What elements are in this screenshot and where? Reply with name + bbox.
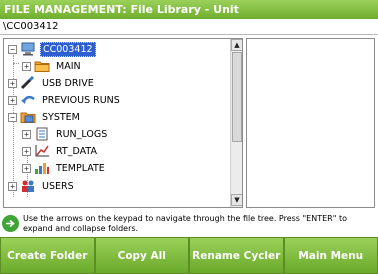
file-preview-pane <box>246 38 375 208</box>
hint-text: Use the arrows on the keypad to navigate… <box>23 213 347 233</box>
expand-toggle[interactable]: + <box>22 129 31 139</box>
navigate-arrows-icon <box>2 215 19 232</box>
scroll-thumb[interactable] <box>232 52 242 142</box>
hint-bar: Use the arrows on the keypad to navigate… <box>0 210 378 237</box>
tree-node-label: MAIN <box>56 60 81 72</box>
tree-node-main[interactable]: + MAIN <box>22 58 83 74</box>
tree-node-template[interactable]: + TEMPLATE <box>22 160 107 176</box>
tree-node-label: CC003412 <box>40 41 96 57</box>
tree-node-label: USB DRIVE <box>42 77 94 89</box>
expand-toggle[interactable]: + <box>22 61 31 71</box>
tree-node-previous-runs[interactable]: + PREVIOUS RUNS <box>8 92 122 108</box>
tree-node-label: RUN_LOGS <box>56 128 108 140</box>
collapse-toggle[interactable]: − <box>8 112 17 122</box>
previous-runs-icon <box>21 95 35 104</box>
expand-toggle[interactable]: + <box>22 163 31 173</box>
tree-node-users[interactable]: + USERS <box>8 178 76 194</box>
tree-scrollbar[interactable]: ▲ ▼ <box>230 39 242 207</box>
tree-node-root[interactable]: − CC003412 <box>8 41 96 57</box>
scroll-down-button[interactable]: ▼ <box>231 194 242 206</box>
function-button-bar: Create Folder Copy All Rename Cycler Mai… <box>0 237 378 274</box>
usb-drive-icon <box>20 76 35 90</box>
tree-node-label: RT_DATA <box>56 145 97 157</box>
expand-toggle[interactable]: + <box>8 181 17 191</box>
window-title: FILE MANAGEMENT: File Library - Unit <box>0 0 378 19</box>
tree-node-label: TEMPLATE <box>56 162 105 174</box>
tree-node-usb-drive[interactable]: + USB DRIVE <box>8 75 96 91</box>
tree-node-rt-data[interactable]: + RT_DATA <box>22 143 99 159</box>
tree-node-label: PREVIOUS RUNS <box>42 94 120 106</box>
rename-cycler-button[interactable]: Rename Cycler <box>190 238 283 273</box>
current-path: \CC003412 <box>0 19 378 35</box>
expand-toggle[interactable]: + <box>8 78 17 88</box>
tree-node-system[interactable]: − SYSTEM <box>8 109 82 125</box>
file-tree-pane[interactable]: − CC003412 + MAIN + USB DRIVE + PREVIOUS… <box>3 38 243 208</box>
tree-node-run-logs[interactable]: + RUN_LOGS <box>22 126 109 142</box>
expand-toggle[interactable]: + <box>8 95 17 105</box>
run-logs-icon <box>36 127 48 141</box>
users-icon <box>22 180 34 192</box>
chart-icon <box>35 145 49 157</box>
scroll-up-button[interactable]: ▲ <box>231 39 242 51</box>
copy-all-button[interactable]: Copy All <box>95 238 188 273</box>
folder-icon <box>34 61 50 72</box>
computer-icon <box>21 42 35 56</box>
expand-toggle[interactable]: + <box>22 146 31 156</box>
template-icon <box>35 163 49 174</box>
file-tree[interactable]: − CC003412 + MAIN + USB DRIVE + PREVIOUS… <box>4 39 230 207</box>
collapse-toggle[interactable]: − <box>8 44 17 54</box>
system-folder-icon <box>20 112 36 123</box>
tree-node-label: SYSTEM <box>42 111 80 123</box>
main-menu-button[interactable]: Main Menu <box>284 238 377 273</box>
tree-node-label: USERS <box>42 180 74 192</box>
create-folder-button[interactable]: Create Folder <box>1 238 94 273</box>
tree-connector <box>13 63 19 64</box>
